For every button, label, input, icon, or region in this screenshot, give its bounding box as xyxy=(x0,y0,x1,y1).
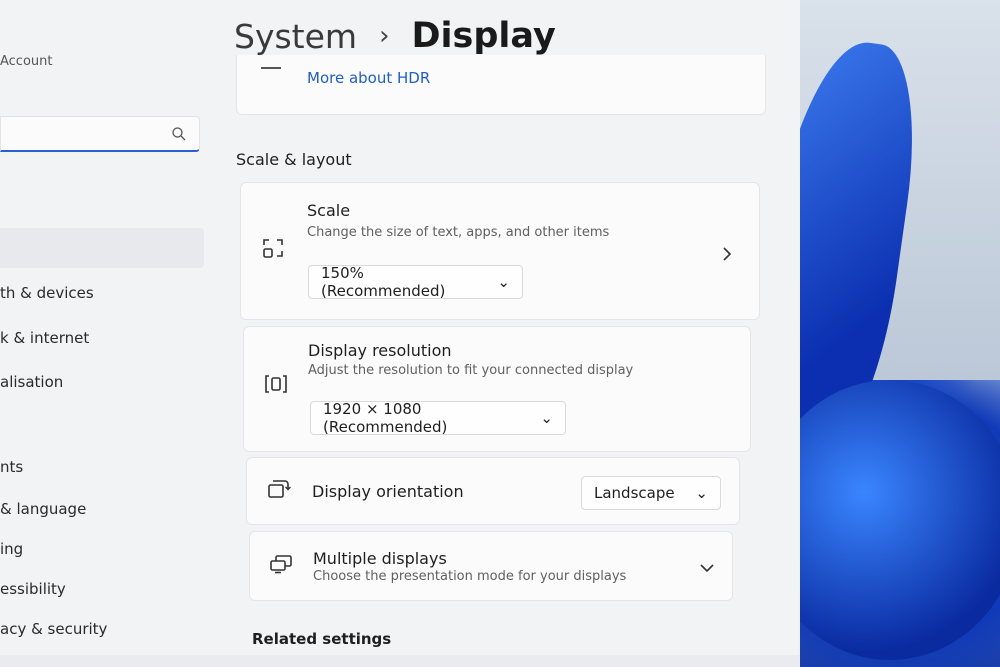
chevron-right-icon[interactable] xyxy=(721,247,733,261)
chevron-down-icon[interactable] xyxy=(700,563,714,573)
hdr-icon xyxy=(261,67,281,69)
orientation-card: Display orientation Landscape ⌄ xyxy=(246,457,740,525)
scale-title: Scale xyxy=(307,201,351,220)
resolution-subtitle: Adjust the resolution to fit your connec… xyxy=(308,363,634,378)
more-about-hdr-link[interactable]: More about HDR xyxy=(307,69,430,87)
sidebar-item-time-language[interactable]: & language xyxy=(0,500,86,518)
account-label[interactable]: Account xyxy=(0,54,53,69)
resolution-title: Display resolution xyxy=(308,341,452,360)
breadcrumb-parent[interactable]: System xyxy=(234,17,357,56)
sidebar-item-accessibility[interactable]: essibility xyxy=(0,580,66,598)
chevron-down-icon: ⌄ xyxy=(540,409,553,427)
scale-dropdown-value: 150% (Recommended) xyxy=(321,264,446,300)
orientation-icon xyxy=(268,480,291,498)
sidebar-item-gaming[interactable]: ing xyxy=(0,540,23,558)
sidebar-item-bluetooth[interactable]: th & devices xyxy=(0,284,94,302)
scale-icon xyxy=(263,239,283,258)
scale-dropdown[interactable]: 150% (Recommended) ⌄ xyxy=(308,264,523,300)
sidebar-item-privacy-security[interactable]: acy & security xyxy=(0,620,107,638)
section-title-related-settings: Related settings xyxy=(252,630,392,648)
section-title-scale-layout: Scale & layout xyxy=(236,150,352,169)
sidebar-item-system[interactable] xyxy=(0,228,204,268)
sidebar: Account th & devices k & internet alisat… xyxy=(0,0,215,667)
chevron-down-icon: ⌄ xyxy=(695,484,708,502)
scale-card[interactable]: Scale Change the size of text, apps, and… xyxy=(240,182,760,320)
sidebar-item-personalisation[interactable]: alisation xyxy=(0,373,63,391)
resolution-dropdown-value: 1920 × 1080 (Recommended) xyxy=(323,400,448,436)
breadcrumb: System › Display xyxy=(234,16,556,56)
search-input[interactable] xyxy=(0,116,200,152)
sidebar-item-network[interactable]: k & internet xyxy=(0,329,89,347)
multiple-displays-card[interactable]: Multiple displays Choose the presentatio… xyxy=(249,531,733,601)
scale-subtitle: Change the size of text, apps, and other… xyxy=(307,225,610,240)
orientation-dropdown-value: Landscape xyxy=(594,484,675,502)
settings-window: Account th & devices k & internet alisat… xyxy=(0,0,800,667)
chevron-down-icon: ⌄ xyxy=(497,273,510,291)
resolution-dropdown[interactable]: 1920 × 1080 (Recommended) ⌄ xyxy=(310,400,566,436)
multiple-displays-title: Multiple displays xyxy=(313,549,447,568)
orientation-title: Display orientation xyxy=(312,482,464,501)
orientation-dropdown[interactable]: Landscape ⌄ xyxy=(581,476,721,510)
search-icon xyxy=(172,127,186,141)
hdr-card: More about HDR xyxy=(236,55,766,115)
page-title: Display xyxy=(411,16,556,56)
multiple-displays-subtitle: Choose the presentation mode for your di… xyxy=(313,569,627,584)
multiple-displays-icon xyxy=(270,555,292,574)
resolution-card: Display resolution Adjust the resolution… xyxy=(243,326,751,452)
resolution-icon xyxy=(265,375,287,393)
chevron-right-icon: › xyxy=(379,21,390,51)
sidebar-item-accounts[interactable]: nts xyxy=(0,458,23,476)
